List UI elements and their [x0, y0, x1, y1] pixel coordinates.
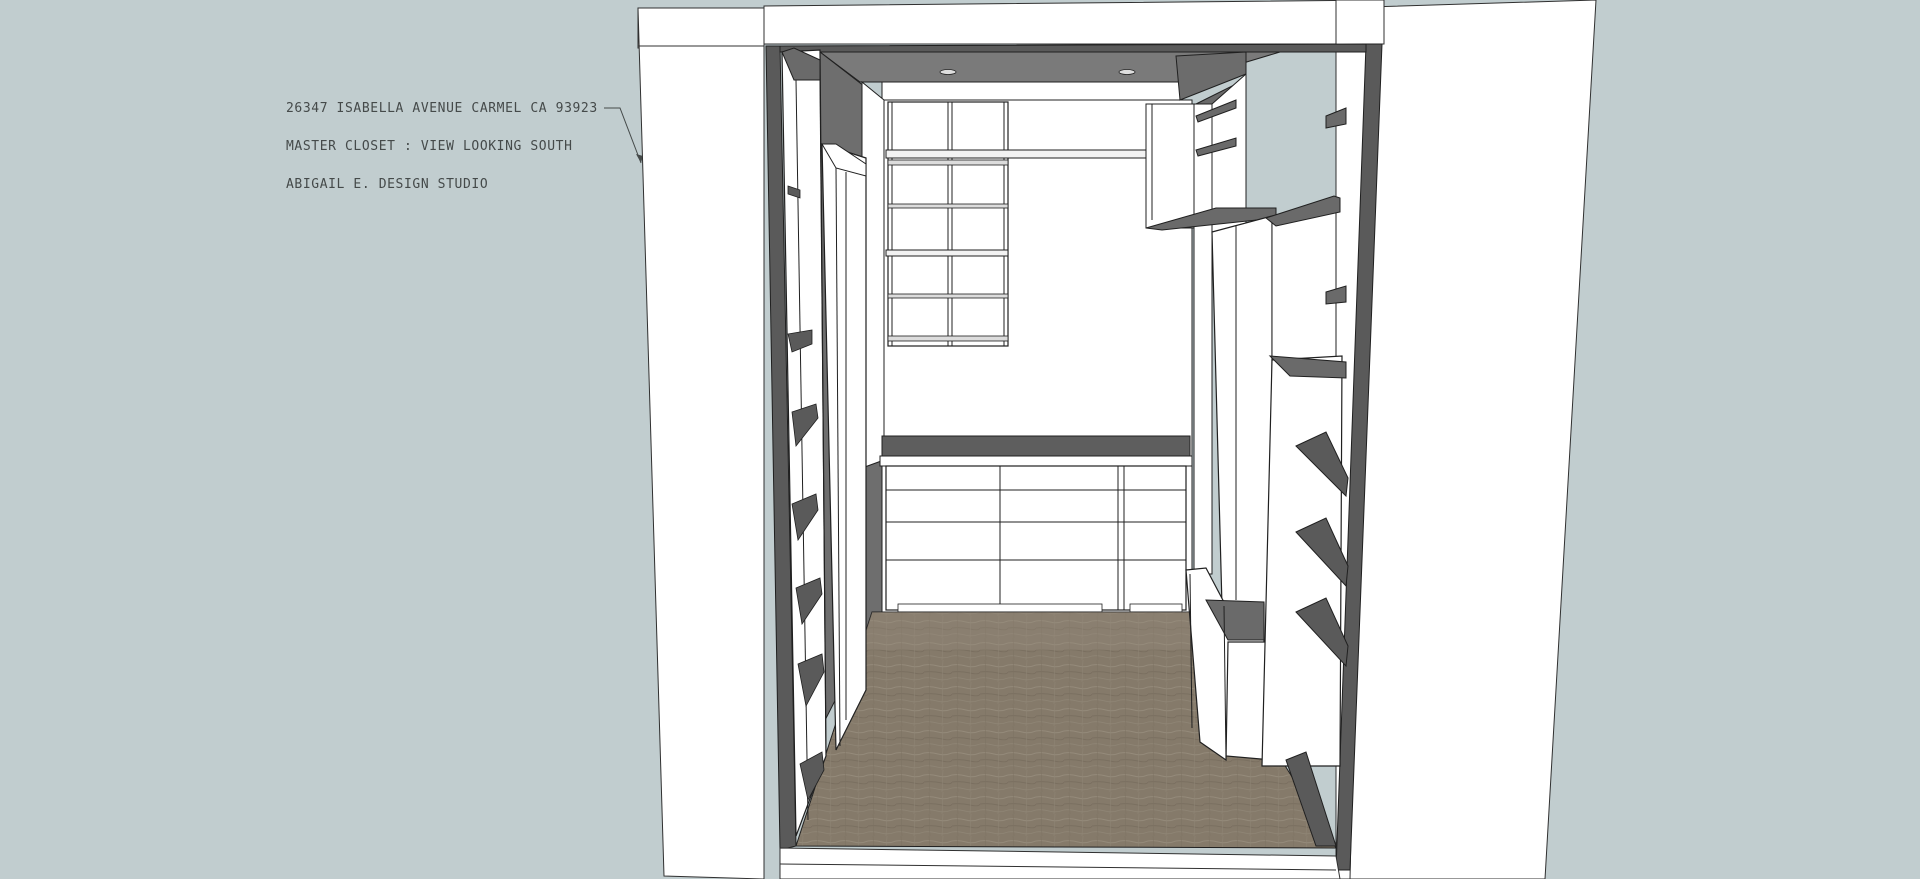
left-outer-wall	[637, 7, 765, 879]
sketchup-viewport[interactable]: 26347 ISABELLA AVENUE CARMEL CA 93923 MA…	[0, 0, 1920, 879]
bottom-threshold	[779, 847, 1341, 879]
recessed-light-2	[1118, 69, 1136, 75]
upper-cubby-unit	[887, 101, 1009, 347]
dresser-top	[881, 435, 1191, 457]
lower-hanging-rod	[885, 249, 1009, 257]
annotation-leader-line	[604, 107, 642, 164]
upper-right-shelf-box	[1145, 103, 1197, 229]
inner-frame-top-trim	[779, 43, 1367, 53]
closet-3d-model[interactable]	[0, 0, 1920, 879]
upper-hanging-rod	[885, 149, 1157, 159]
recessed-light-1	[939, 69, 957, 75]
dresser-drawers	[885, 465, 1187, 613]
